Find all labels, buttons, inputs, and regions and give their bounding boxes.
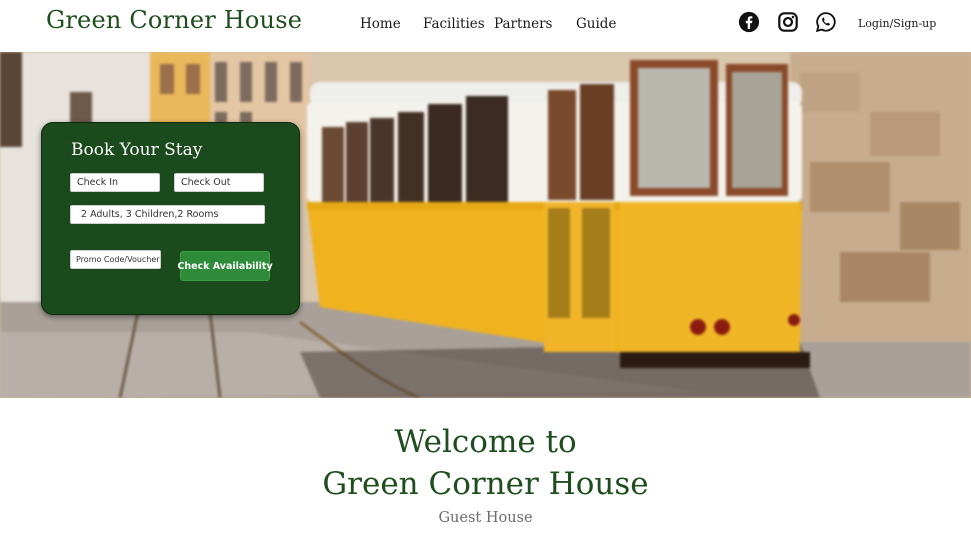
instagram-icon[interactable]	[777, 11, 799, 33]
nav-home[interactable]: Home	[360, 16, 401, 32]
nav-guide[interactable]: Guide	[576, 16, 616, 32]
check-availability-button[interactable]: Check Availability	[177, 251, 273, 281]
login-signup-link[interactable]: Login/Sign-up	[858, 17, 936, 30]
facebook-icon[interactable]	[738, 11, 760, 33]
nav-partners[interactable]: Partners	[494, 16, 552, 32]
welcome-heading-line1: Welcome to	[394, 424, 577, 460]
brand-logo-text[interactable]: Green Corner House	[46, 6, 302, 34]
welcome-heading-line2: Green Corner House	[322, 466, 649, 502]
whatsapp-icon[interactable]	[815, 11, 837, 33]
welcome-subtitle: Guest House	[438, 510, 533, 526]
check-in-input[interactable]: Check In	[70, 173, 160, 192]
nav-facilities[interactable]: Facilities	[423, 16, 485, 32]
booking-title: Book Your Stay	[71, 140, 203, 160]
booking-panel: Book Your Stay Check In Check Out 2 Adul…	[41, 122, 300, 315]
promo-code-input[interactable]: Promo Code/Voucher	[70, 250, 161, 269]
guests-rooms-field[interactable]: 2 Adults, 3 Children,2 Rooms	[70, 205, 265, 224]
site-header: Green Corner House Home Facilities Partn…	[0, 0, 971, 52]
check-out-input[interactable]: Check Out	[174, 173, 264, 192]
